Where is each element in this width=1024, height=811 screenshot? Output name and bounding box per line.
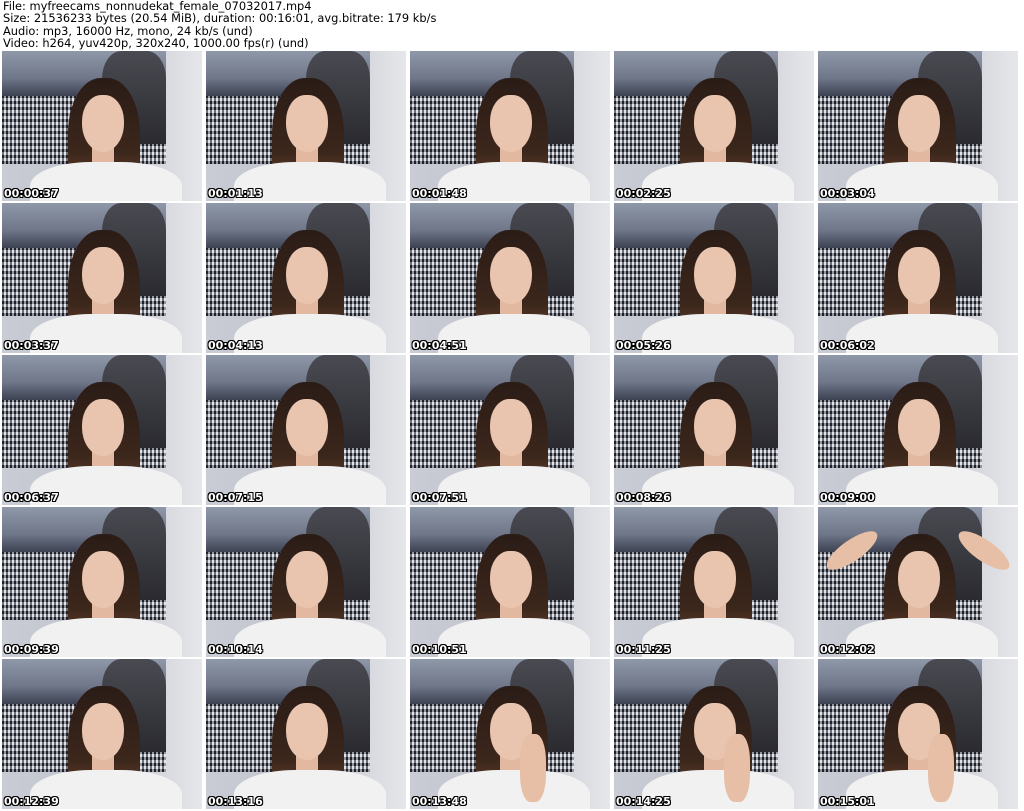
video-thumbnail: 00:00:37 — [2, 51, 202, 201]
video-thumbnail: 00:15:01 — [818, 659, 1018, 809]
video-thumbnail: 00:08:26 — [614, 355, 814, 505]
thumbnail-timestamp: 00:09:39 — [4, 643, 59, 656]
video-thumbnail: 00:07:15 — [206, 355, 406, 505]
video-thumbnail: 00:04:13 — [206, 203, 406, 353]
thumbnail-timestamp: 00:09:00 — [820, 491, 875, 504]
video-thumbnail: 00:10:51 — [410, 507, 610, 657]
video-thumbnail: 00:09:00 — [818, 355, 1018, 505]
thumbnail-timestamp: 00:11:25 — [616, 643, 671, 656]
video-thumbnail: 00:05:26 — [614, 203, 814, 353]
thumbnail-timestamp: 00:03:04 — [820, 187, 875, 200]
thumbnail-timestamp: 00:13:16 — [208, 795, 263, 808]
thumbnail-timestamp: 00:01:48 — [412, 187, 467, 200]
thumbnail-grid: 00:00:37 00:01:13 00:01:48 00:02:25 00:0… — [2, 51, 1022, 810]
video-thumbnail: 00:03:37 — [2, 203, 202, 353]
video-thumbnail: 00:03:04 — [818, 51, 1018, 201]
thumbnail-timestamp: 00:12:02 — [820, 643, 875, 656]
video-thumbnail: 00:13:16 — [206, 659, 406, 809]
thumbnail-timestamp: 00:10:51 — [412, 643, 467, 656]
thumbnail-timestamp: 00:04:13 — [208, 339, 263, 352]
thumbnail-timestamp: 00:07:51 — [412, 491, 467, 504]
thumbnail-timestamp: 00:04:51 — [412, 339, 467, 352]
video-thumbnail: 00:07:51 — [410, 355, 610, 505]
video-thumbnail: 00:01:13 — [206, 51, 406, 201]
thumbnail-timestamp: 00:07:15 — [208, 491, 263, 504]
thumbnail-timestamp: 00:05:26 — [616, 339, 671, 352]
thumbnail-timestamp: 00:15:01 — [820, 795, 875, 808]
video-thumbnail: 00:09:39 — [2, 507, 202, 657]
thumbnail-timestamp: 00:12:39 — [4, 795, 59, 808]
video-thumbnail: 00:12:39 — [2, 659, 202, 809]
video-thumbnail: 00:13:48 — [410, 659, 610, 809]
thumbnail-timestamp: 00:06:37 — [4, 491, 59, 504]
thumbnail-timestamp: 00:01:13 — [208, 187, 263, 200]
thumbnail-timestamp: 00:06:02 — [820, 339, 875, 352]
video-thumbnail: 00:06:02 — [818, 203, 1018, 353]
video-thumbnail: 00:06:37 — [2, 355, 202, 505]
file-info-header: File: myfreecams_nonnudekat_female_07032… — [3, 0, 1021, 50]
video-thumbnail: 00:10:14 — [206, 507, 406, 657]
thumbnail-timestamp: 00:13:48 — [412, 795, 467, 808]
video-thumbnail: 00:12:02 — [818, 507, 1018, 657]
thumbnail-timestamp: 00:03:37 — [4, 339, 59, 352]
video-thumbnail: 00:11:25 — [614, 507, 814, 657]
video-info-line: Video: h264, yuv420p, 320x240, 1000.00 f… — [3, 36, 309, 51]
video-thumbnail: 00:01:48 — [410, 51, 610, 201]
thumbnail-timestamp: 00:14:25 — [616, 795, 671, 808]
video-thumbnail: 00:14:25 — [614, 659, 814, 809]
thumbnail-timestamp: 00:08:26 — [616, 491, 671, 504]
file-size-line: Size: 21536233 bytes (20.54 MiB), durati… — [3, 11, 437, 26]
video-thumbnail: 00:02:25 — [614, 51, 814, 201]
video-thumbnail: 00:04:51 — [410, 203, 610, 353]
thumbnail-timestamp: 00:02:25 — [616, 187, 671, 200]
thumbnail-timestamp: 00:10:14 — [208, 643, 263, 656]
thumbnail-timestamp: 00:00:37 — [4, 187, 59, 200]
